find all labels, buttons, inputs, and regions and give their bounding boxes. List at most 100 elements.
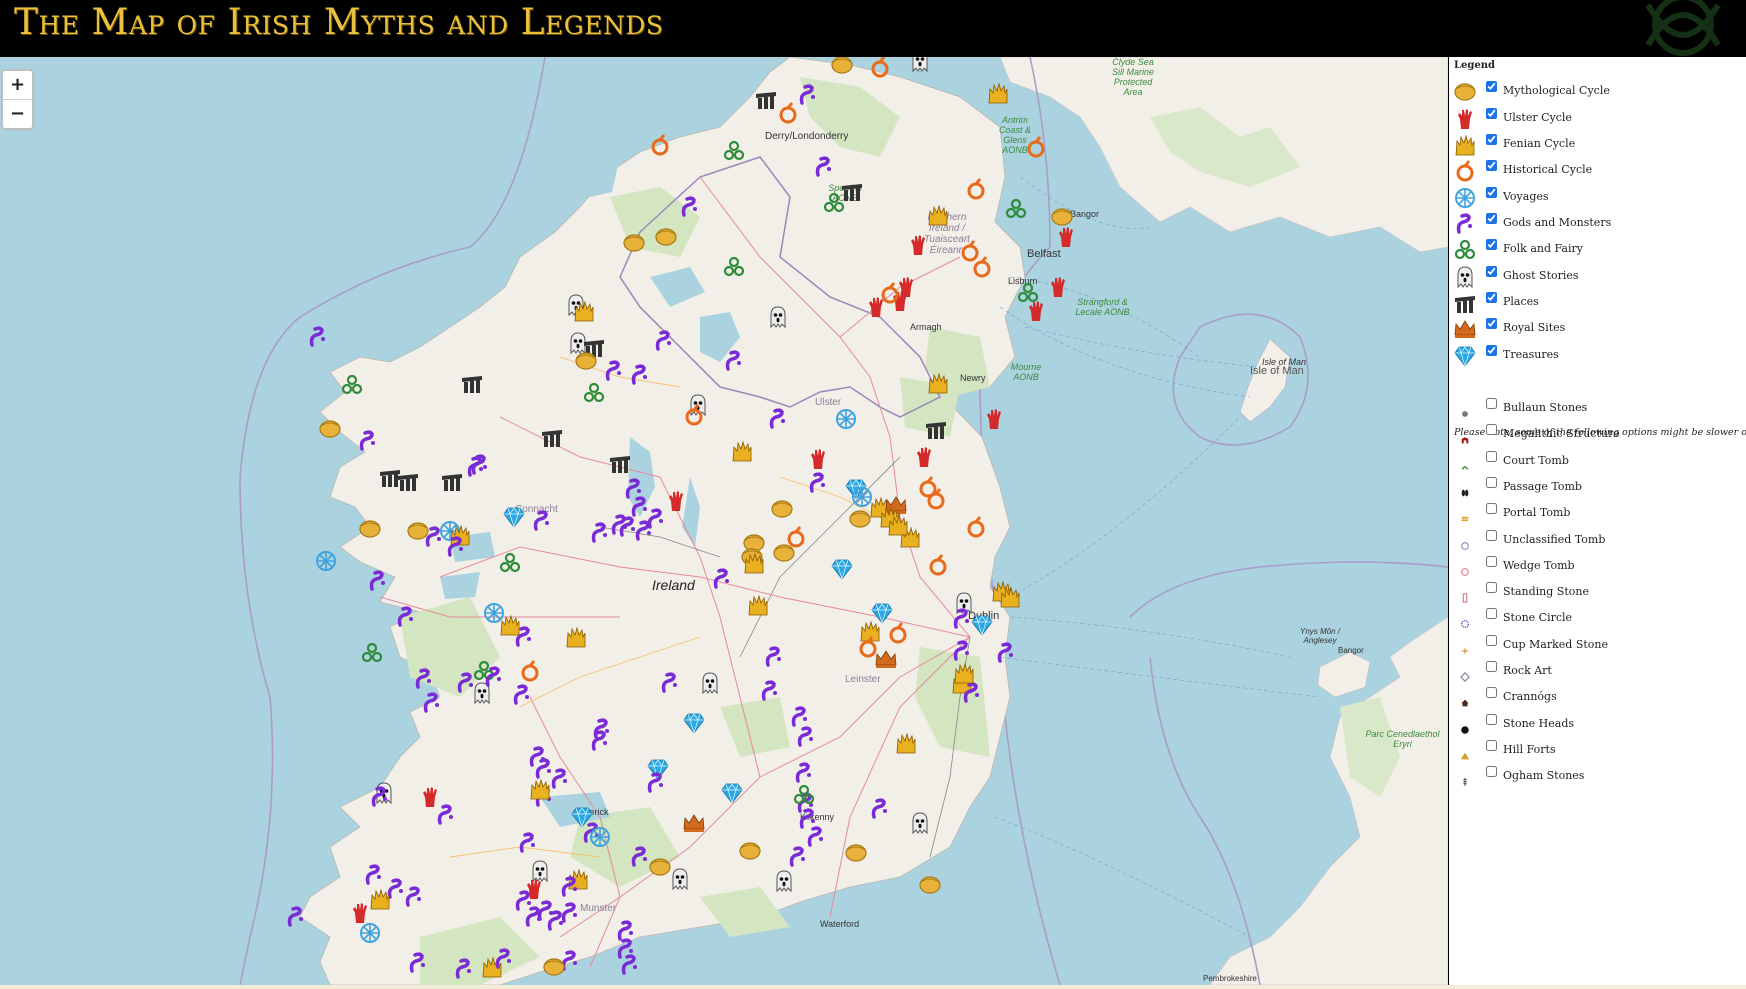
compass-wheel-marker[interactable] (588, 825, 612, 849)
dolmen-marker[interactable] (924, 417, 948, 441)
ghost-marker[interactable] (772, 869, 796, 893)
sun-disc-marker[interactable] (654, 225, 678, 249)
legend-row-portal-tomb[interactable]: Portal Tomb (1449, 502, 1746, 526)
serpent-marker[interactable] (422, 525, 446, 549)
monument-checkbox[interactable] (1486, 398, 1497, 409)
serpent-marker[interactable] (792, 761, 816, 785)
legend-row-mythological-cycle[interactable]: Mythological Cycle (1449, 80, 1746, 104)
legend-row-unclassified-tomb[interactable]: Unclassified Tomb (1449, 529, 1746, 553)
sun-disc-marker[interactable] (848, 507, 872, 531)
layer-checkbox[interactable] (1486, 292, 1497, 303)
serpent-marker[interactable] (622, 477, 646, 501)
monument-checkbox[interactable] (1486, 608, 1497, 620)
dolmen-marker[interactable] (754, 87, 778, 111)
knot-ring-marker[interactable] (648, 133, 672, 157)
sun-disc-marker[interactable] (574, 349, 598, 373)
salmon-fire-marker[interactable] (572, 299, 596, 323)
monument-checkbox[interactable] (1486, 661, 1497, 672)
diamond-marker[interactable] (970, 613, 994, 637)
salmon-fire-marker[interactable] (952, 661, 976, 685)
ghost-marker[interactable] (668, 867, 692, 891)
sun-disc-marker[interactable] (830, 57, 854, 77)
serpent-marker[interactable] (602, 359, 626, 383)
sun-disc-marker[interactable] (918, 873, 942, 897)
legend-row-bullaun-stones[interactable]: Bullaun Stones (1449, 397, 1746, 421)
ghost-marker[interactable] (908, 57, 932, 73)
monument-checkbox[interactable] (1486, 766, 1497, 778)
legend-row-fenian-cycle[interactable]: Fenian Cycle (1449, 133, 1746, 157)
layer-checkbox[interactable] (1486, 187, 1497, 198)
serpent-marker[interactable] (366, 569, 390, 593)
legend-row-court-tomb[interactable]: Court Tomb (1449, 450, 1746, 474)
red-hand-marker[interactable] (418, 785, 442, 809)
diamond-marker[interactable] (502, 505, 526, 529)
serpent-marker[interactable] (644, 771, 668, 795)
red-hand-marker[interactable] (522, 877, 546, 901)
legend-row-treasures[interactable]: Treasures (1449, 344, 1746, 368)
monument-checkbox[interactable] (1486, 739, 1497, 751)
diamond-marker[interactable] (830, 557, 854, 581)
triskele-marker[interactable] (822, 191, 846, 215)
serpent-marker[interactable] (806, 471, 830, 495)
layer-checkbox[interactable] (1486, 160, 1497, 171)
monument-checkbox[interactable] (1486, 687, 1497, 699)
serpent-marker[interactable] (362, 863, 386, 887)
legend-row-stone-circle[interactable]: Stone Circle (1449, 607, 1746, 631)
serpent-marker[interactable] (722, 349, 746, 373)
sun-disc-marker[interactable] (772, 541, 796, 565)
knot-ring-marker[interactable] (926, 553, 950, 577)
sun-disc-marker[interactable] (542, 955, 566, 979)
ghost-marker[interactable] (766, 305, 790, 329)
knot-ring-marker[interactable] (682, 403, 706, 427)
layer-checkbox[interactable] (1486, 108, 1497, 119)
salmon-fire-marker[interactable] (986, 81, 1010, 105)
legend-row-voyages[interactable]: Voyages (1449, 186, 1746, 210)
serpent-marker[interactable] (522, 905, 546, 929)
serpent-marker[interactable] (482, 665, 506, 689)
legend-row-stone-heads[interactable]: Stone Heads (1449, 713, 1746, 737)
serpent-marker[interactable] (530, 509, 554, 533)
legend-row-rock-art[interactable]: Rock Art (1449, 660, 1746, 684)
dolmen-marker[interactable] (440, 469, 464, 493)
sun-disc-marker[interactable] (844, 841, 868, 865)
legend-row-ghost-stories[interactable]: Ghost Stories (1449, 265, 1746, 289)
serpent-marker[interactable] (558, 875, 582, 899)
ghost-marker[interactable] (698, 671, 722, 695)
serpent-marker[interactable] (492, 947, 516, 971)
legend-row-ulster-cycle[interactable]: Ulster Cycle (1449, 107, 1746, 131)
knot-ring-marker[interactable] (776, 101, 800, 125)
layer-checkbox[interactable] (1486, 134, 1497, 145)
serpent-marker[interactable] (284, 905, 308, 929)
serpent-marker[interactable] (628, 845, 652, 869)
serpent-marker[interactable] (678, 195, 702, 219)
sun-disc-marker[interactable] (622, 231, 646, 255)
serpent-marker[interactable] (452, 957, 476, 981)
serpent-marker[interactable] (652, 329, 676, 353)
triskele-marker[interactable] (722, 255, 746, 279)
serpent-marker[interactable] (762, 645, 786, 669)
legend-row-hill-forts[interactable]: Hill Forts (1449, 739, 1746, 763)
monument-checkbox[interactable] (1486, 582, 1497, 594)
red-hand-marker[interactable] (982, 407, 1006, 431)
red-hand-marker[interactable] (1054, 225, 1078, 249)
salmon-fire-marker[interactable] (528, 777, 552, 801)
legend-row-places[interactable]: Places (1449, 291, 1746, 315)
serpent-marker[interactable] (394, 605, 418, 629)
salmon-fire-marker[interactable] (730, 439, 754, 463)
triskele-marker[interactable] (792, 783, 816, 807)
legend-row-wedge-tomb[interactable]: Wedge Tomb (1449, 555, 1746, 579)
serpent-marker[interactable] (468, 453, 492, 477)
serpent-marker[interactable] (628, 363, 652, 387)
layer-checkbox[interactable] (1486, 318, 1497, 329)
dolmen-marker[interactable] (396, 469, 420, 493)
serpent-marker[interactable] (758, 679, 782, 703)
serpent-marker[interactable] (994, 641, 1018, 665)
layer-checkbox[interactable] (1486, 345, 1497, 356)
legend-row-crann-gs[interactable]: Crannógs (1449, 686, 1746, 710)
legend-row-ogham-stones[interactable]: Ogham Stones (1449, 765, 1746, 789)
salmon-fire-marker[interactable] (926, 371, 950, 395)
dolmen-marker[interactable] (608, 451, 632, 475)
red-hand-marker[interactable] (1046, 275, 1070, 299)
serpent-marker[interactable] (516, 831, 540, 855)
compass-wheel-marker[interactable] (850, 485, 874, 509)
